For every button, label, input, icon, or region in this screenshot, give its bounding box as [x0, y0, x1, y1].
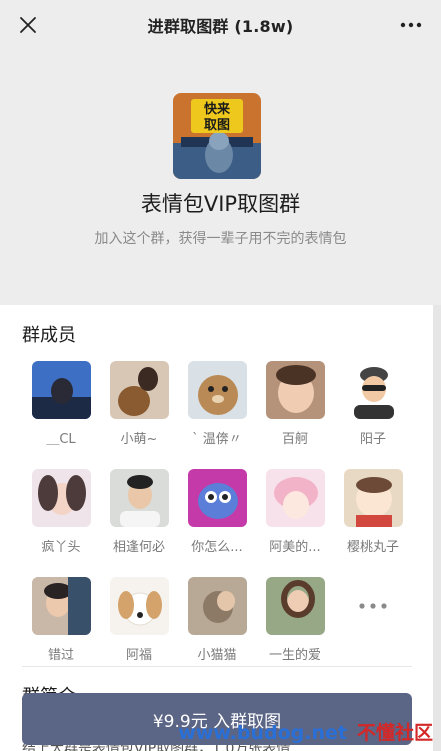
watermark-site: www.budog.net [178, 722, 347, 744]
member-item[interactable]: 疯丫头 [26, 469, 96, 555]
member-name: 疯丫头 [41, 540, 81, 555]
member-item[interactable]: 阳子 [338, 361, 408, 447]
group-subtitle: 加入这个群，获得一辈子用不完的表情包 [94, 231, 347, 247]
member-item[interactable]: 相逢何必 [104, 469, 174, 555]
member-name: 阳子 [359, 432, 386, 447]
member-avatar [31, 361, 91, 419]
member-name: 百舸 [281, 432, 308, 447]
member-name: 樱桃丸子 [346, 540, 399, 555]
member-name: 错过 [47, 648, 74, 663]
member-name: ＿CL [46, 432, 76, 447]
member-item[interactable]: ` 温倴〃 [182, 361, 252, 447]
member-avatar [109, 469, 169, 527]
member-item[interactable]: 阿福 [104, 577, 174, 663]
group-header: 快来 取图 表情包VIP取图群 加入这个群，获得一辈子用不完的表情包 [0, 50, 441, 305]
more-icon[interactable] [395, 11, 427, 39]
member-avatar [187, 469, 247, 527]
group-avatar: 快来 取图 [173, 93, 261, 179]
member-avatar [343, 469, 403, 527]
avatar-text-top: 快来 [204, 101, 231, 117]
member-name: 一生的爱 [268, 648, 321, 663]
member-item[interactable]: 错过 [26, 577, 96, 663]
scrollbar[interactable] [433, 305, 441, 751]
member-item[interactable]: 百舸 [260, 361, 330, 447]
close-icon[interactable] [14, 11, 42, 39]
member-item[interactable]: 樱桃丸子 [338, 469, 408, 555]
member-name: 相逢何必 [112, 540, 165, 555]
watermark: www.budog.net 不懂社区 [178, 718, 433, 745]
member-item[interactable]: 小萌~ [104, 361, 174, 447]
member-avatar [109, 577, 169, 635]
member-avatar [265, 469, 325, 527]
member-avatar [31, 469, 91, 527]
member-name: 阿美的... [269, 540, 321, 555]
member-avatar [187, 361, 247, 419]
members-card: 群成员 ＿CL 小萌~ ` 温倴〃 百舸 阳子 疯丫头 相逢何必 你怎么... … [0, 305, 433, 751]
divider [22, 666, 412, 667]
member-name: ` 温倴〃 [192, 432, 242, 447]
member-name: 小猫猫 [197, 648, 237, 663]
watermark-name: 不懂社区 [356, 722, 433, 744]
member-item[interactable]: 阿美的... [260, 469, 330, 555]
member-item[interactable]: 一生的爱 [260, 577, 330, 663]
avatar-text-bottom: 取图 [204, 118, 230, 133]
member-avatar [109, 361, 169, 419]
more-members-icon[interactable] [341, 577, 405, 635]
member-avatar [31, 577, 91, 635]
page-title: 进群取图群 (1.8w) [147, 17, 294, 36]
member-name: 阿福 [125, 648, 152, 663]
members-section-title: 群成员 [22, 325, 76, 346]
group-name: 表情包VIP取图群 [140, 192, 301, 216]
member-item[interactable]: 小猫猫 [182, 577, 252, 663]
member-avatar [265, 577, 325, 635]
member-avatar [187, 577, 247, 635]
member-avatar [265, 361, 325, 419]
member-avatar [343, 361, 403, 419]
member-name: 你怎么... [191, 540, 243, 555]
member-item[interactable]: 你怎么... [182, 469, 252, 555]
member-name: 小萌~ [120, 432, 158, 447]
member-item[interactable]: ＿CL [26, 361, 96, 447]
navigation-bar: 进群取图群 (1.8w) [0, 0, 441, 50]
